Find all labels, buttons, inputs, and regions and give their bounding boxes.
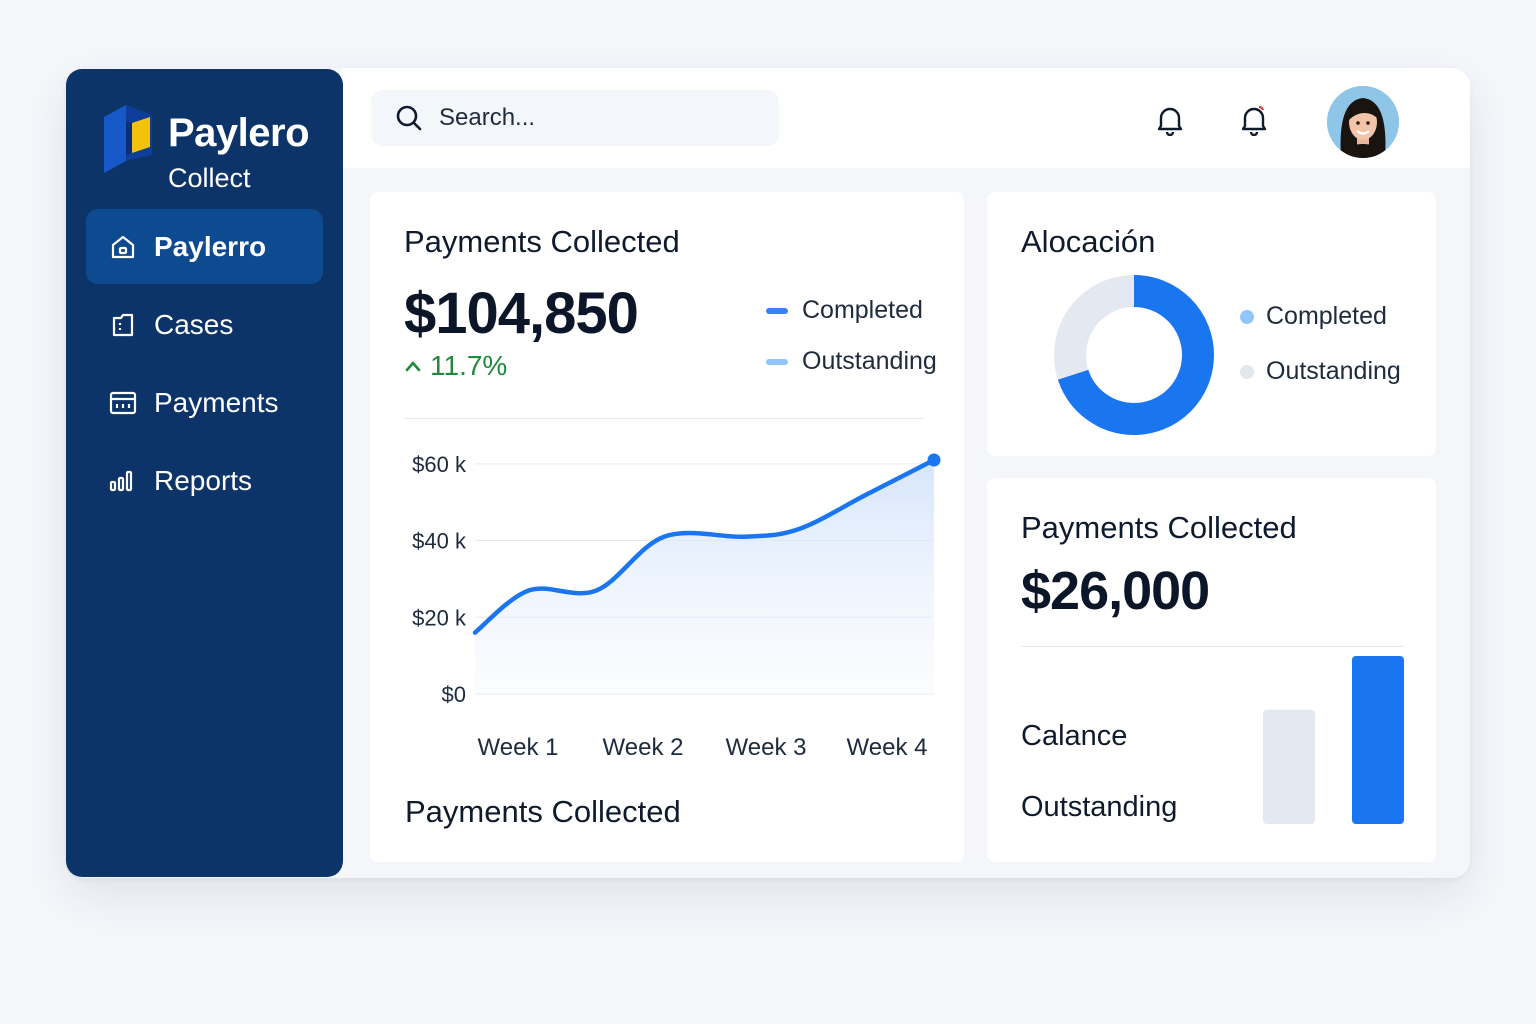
top-bar: [343, 68, 1470, 168]
logo-icon: [104, 105, 152, 173]
balance-card: Payments Collected $26,000 Calance Outst…: [987, 478, 1436, 862]
bell-notification-icon[interactable]: [1239, 104, 1269, 136]
bar-chart: [1263, 656, 1404, 824]
y-tick-label: $60 k: [412, 452, 467, 477]
legend-marker: [1240, 364, 1254, 379]
search-box[interactable]: [371, 90, 779, 146]
avatar[interactable]: [1327, 86, 1399, 158]
line-chart: $60 k $40 k $20 k $0 Week 1 Week 2 Week 3 Week …: [412, 452, 941, 761]
legend-completed: Completed: [1240, 302, 1387, 331]
sidebar: Paylero Collect Paylerro Cases Payments …: [66, 69, 343, 877]
data-point[interactable]: [927, 453, 941, 467]
sidebar-item-reports[interactable]: Reports: [86, 443, 323, 518]
brand-subtitle: Collect: [168, 163, 251, 193]
x-tick-label: Week 4: [847, 734, 928, 761]
payments-card: Payments Collected $104,850 11.7% Comple…: [370, 192, 964, 862]
bar-calance[interactable]: [1263, 709, 1315, 824]
brand-name: Paylero: [168, 111, 310, 155]
x-tick-label: Week 3: [726, 734, 807, 761]
brand-logo[interactable]: Paylero Collect: [102, 101, 322, 201]
sidebar-item-label: Payments: [154, 386, 279, 418]
legend-label: Completed: [1266, 302, 1387, 330]
sidebar-nav: Paylerro Cases Payments Reports: [86, 209, 323, 521]
bar-outstanding[interactable]: [1352, 656, 1404, 824]
bar-chart-icon: [108, 466, 138, 496]
card-footer-title: Payments Collected: [405, 794, 681, 829]
home-icon: [108, 232, 138, 262]
sidebar-item-cases[interactable]: Cases: [86, 287, 323, 362]
y-tick-label: $0: [442, 682, 466, 707]
search-input[interactable]: [439, 104, 759, 132]
x-tick-label: Week 2: [603, 734, 684, 761]
search-icon: [396, 105, 422, 131]
sidebar-item-label: Reports: [154, 464, 253, 496]
legend-marker: [1240, 309, 1254, 324]
y-tick-label: $20 k: [412, 605, 467, 630]
y-tick-label: $40 k: [412, 529, 467, 554]
sidebar-item-paylerro[interactable]: Paylerro: [86, 209, 323, 284]
legend-outstanding: Outstanding: [1240, 357, 1401, 386]
x-tick-label: Week 1: [478, 734, 559, 761]
folder-icon: [108, 310, 138, 340]
bell-icon[interactable]: [1155, 104, 1185, 136]
sidebar-item-payments[interactable]: Payments: [86, 365, 323, 440]
legend-label: Outstanding: [1266, 357, 1401, 385]
sidebar-item-label: Paylerro: [154, 230, 267, 262]
sidebar-item-label: Cases: [154, 308, 234, 340]
calendar-icon: [108, 388, 138, 418]
allocation-card: Alocación Completed Outstanding: [987, 192, 1436, 456]
user-avatar-icon: [1327, 86, 1399, 158]
